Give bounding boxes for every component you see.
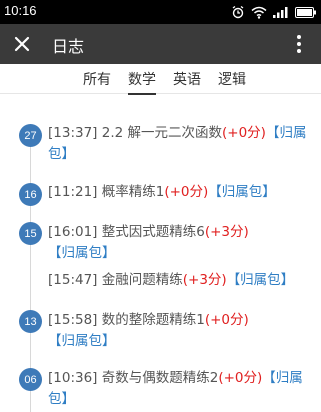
- tab-math[interactable]: 数学: [128, 69, 156, 95]
- status-bar: 10:16: [0, 0, 321, 24]
- entry-score: (+3分): [182, 272, 227, 288]
- package-link[interactable]: 【归属包】: [208, 184, 276, 200]
- entry-title: 奇数与偶数题精练2: [101, 370, 219, 386]
- entry-score: (+3分): [204, 224, 249, 240]
- page-title: 日志: [52, 37, 85, 56]
- entry-time: [15:58]: [48, 312, 98, 328]
- app-bar: 日志: [0, 24, 321, 64]
- date-badge: 06: [19, 368, 42, 391]
- log-timeline: 27 [13:37] 2.2 解一元二次函数(+0分)【归属包】 16 [11:…: [0, 95, 321, 412]
- log-entry[interactable]: [16:01] 整式因式题精练6(+3分) 【归属包】: [48, 222, 310, 264]
- status-time: 10:16: [4, 3, 37, 18]
- entry-title: 数的整除题精练1: [101, 312, 205, 328]
- entry-score: (+0分): [204, 312, 249, 328]
- close-icon[interactable]: [10, 32, 34, 56]
- log-entry[interactable]: [15:47] 金融问题精练(+3分)【归属包】: [48, 270, 310, 291]
- date-badge: 27: [19, 124, 42, 147]
- tab-all[interactable]: 所有: [83, 69, 111, 89]
- entry-time: [10:36]: [48, 370, 98, 386]
- signal-icon: [273, 6, 289, 18]
- subject-tabs: 所有 数学 英语 逻辑: [0, 64, 321, 95]
- entry-score: (+0分): [222, 125, 266, 141]
- entry-time: [11:21]: [48, 184, 98, 200]
- entry-title: 整式因式题精练6: [101, 224, 205, 240]
- entry-title: 概率精练1: [101, 184, 165, 200]
- log-entry[interactable]: [11:21] 概率精练1(+0分)【归属包】: [48, 182, 310, 203]
- wifi-icon: [251, 6, 267, 19]
- entry-score: (+0分): [218, 370, 263, 386]
- battery-icon: [295, 6, 317, 18]
- log-entry[interactable]: [10:36] 奇数与偶数题精练2(+0分)【归属包】: [48, 368, 310, 410]
- date-badge: 15: [19, 222, 42, 245]
- entry-score: (+0分): [164, 184, 209, 200]
- entry-title: 金融问题精练: [101, 272, 183, 288]
- package-link[interactable]: 【归属包】: [48, 245, 116, 261]
- date-badge: 16: [19, 183, 42, 206]
- tab-english[interactable]: 英语: [173, 69, 201, 89]
- entry-time: [13:37]: [48, 125, 98, 141]
- package-link[interactable]: 【归属包】: [48, 333, 116, 349]
- more-vert-icon[interactable]: [287, 32, 311, 56]
- log-entry[interactable]: [13:37] 2.2 解一元二次函数(+0分)【归属包】: [48, 123, 310, 165]
- entry-time: [16:01]: [48, 224, 98, 240]
- entry-time: [15:47]: [48, 272, 98, 288]
- package-link[interactable]: 【归属包】: [227, 272, 295, 288]
- tab-logic[interactable]: 逻辑: [218, 69, 246, 89]
- alarm-icon: [231, 5, 245, 19]
- date-badge: 13: [19, 310, 42, 333]
- log-entry[interactable]: [15:58] 数的整除题精练1(+0分) 【归属包】: [48, 310, 310, 352]
- status-icons: [231, 4, 317, 20]
- entry-title: 2.2 解一元二次函数: [101, 125, 223, 141]
